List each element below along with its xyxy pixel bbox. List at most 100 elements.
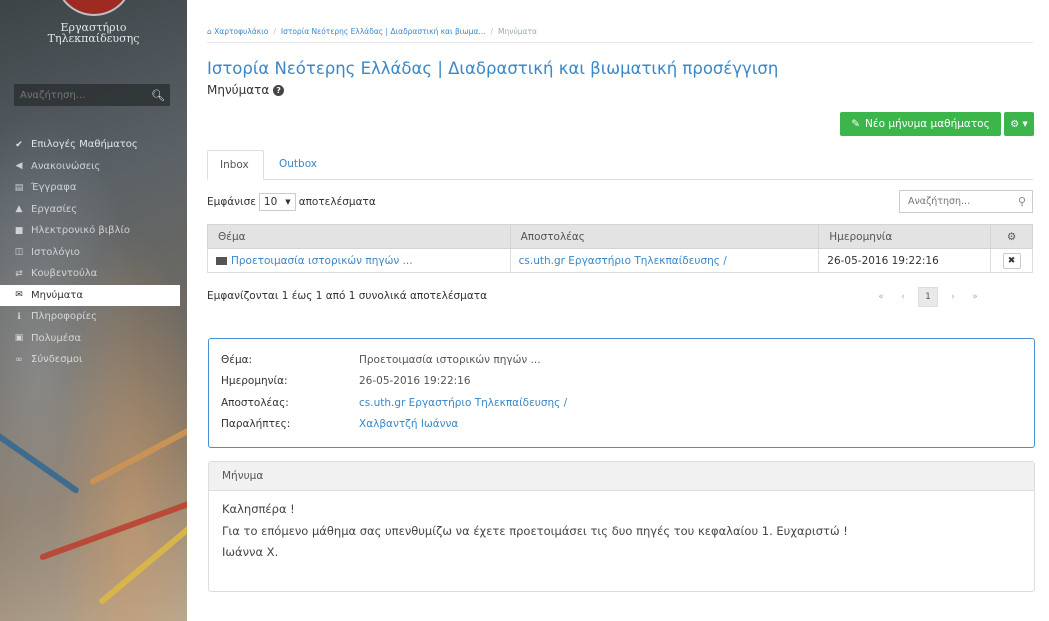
sidebar-item-links[interactable]: ∞ Σύνδεσμοι (0, 349, 187, 371)
envelope-icon (216, 256, 227, 265)
sidebar-item-course-options[interactable]: ✔ Επιλογές Μαθήματος (0, 134, 187, 156)
caret-down-icon: ▼ (1022, 120, 1028, 128)
detail-date-value: 26-05-2016 19:22:16 (359, 375, 471, 388)
page-next-button[interactable]: › (942, 292, 964, 302)
tab-inbox[interactable]: Inbox (207, 150, 264, 180)
decor-pencil (98, 523, 187, 606)
options-dropdown-button[interactable]: ⚙ ▼ (1004, 112, 1034, 136)
sidebar-item-info[interactable]: ℹ Πληροφορίες (0, 306, 187, 328)
table-search-input[interactable] (900, 196, 1012, 207)
detail-subject-row: Θέμα: Προετοιμασία ιστορικών πηγών ... (221, 349, 1022, 371)
folder-icon: ▤ (14, 182, 24, 193)
column-actions: ⚙ (990, 224, 1033, 249)
breadcrumb: ⌂ Χαρτοφυλάκιο / Ιστορία Νεότερης Ελλάδας … (207, 27, 537, 36)
breadcrumb-home[interactable]: ⌂ Χαρτοφυλάκιο (207, 27, 268, 36)
sidebar-item-announcements[interactable]: ◀ Ανακοινώσεις (0, 156, 187, 178)
book-icon: ■ (14, 225, 24, 236)
column-date[interactable]: Ημερομηνία (818, 224, 992, 249)
bullhorn-icon: ◀ (15, 161, 23, 172)
search-icon[interactable]: 🔍︎ (146, 84, 170, 106)
gears-icon: ⚙ (1006, 230, 1017, 243)
page-title: Μηνύματα ? (207, 83, 285, 97)
page-length-control: Εμφάνισε 10 ▼ αποτελέσματα (207, 193, 376, 211)
sidebar-item-messages[interactable]: ✉ Μηνύματα (0, 284, 180, 306)
edit-icon: ✎ (851, 118, 861, 130)
sidebar-item-assignments[interactable]: ▲ Εργασίες (0, 199, 187, 221)
search-icon: ⚲ (1017, 195, 1027, 208)
sidebar-item-blog[interactable]: ◫ Ιστολόγιο (0, 242, 187, 264)
cell-subject: Προετοιμασία ιστορικών πηγών ... (207, 248, 511, 273)
column-sender[interactable]: Αποστολέας (509, 224, 820, 249)
sidebar-menu: ✔ Επιλογές Μαθήματος ◀ Ανακοινώσεις ▤ Έγγρα… (0, 134, 187, 371)
message-line: Για το επόμενο μάθημα σας υπενθυμίζω να … (222, 523, 848, 538)
detail-date-row: Ημερομηνία: 26-05-2016 19:22:16 (221, 371, 1022, 393)
film-icon: ▣ (14, 333, 24, 344)
message-line: Ιωάννα Χ. (222, 545, 279, 559)
sidebar-item-label: Ανακοινώσεις (31, 160, 101, 172)
sidebar-item-ebook[interactable]: ■ Ηλεκτρονικό βιβλίο (0, 220, 187, 242)
sidebar-item-label: Μηνύματα (31, 289, 83, 301)
cell-sender: cs.uth.gr Εργαστήριο Τηλεκπαίδευσης / (509, 248, 820, 273)
cell-date: 26-05-2016 19:22:16 (818, 248, 992, 273)
message-body-panel: Μήνυμα Καλησπέρα ! Για το επόμενο μάθημα… (208, 461, 1035, 592)
course-title[interactable]: Ιστορία Νεότερης Ελλάδας | Διαδραστική κ… (207, 59, 778, 78)
page-prev-button[interactable]: ‹ (892, 292, 914, 302)
sidebar-item-label: Επιλογές Μαθήματος (31, 139, 138, 151)
home-icon: ⌂ (207, 27, 212, 36)
detail-sender-label: Αποστολέας: (221, 396, 289, 409)
breadcrumb-home-label: Χαρτοφυλάκιο (214, 27, 269, 36)
sidebar-item-label: Ιστολόγιο (31, 246, 80, 258)
column-subject[interactable]: Θέμα (207, 224, 511, 249)
page-first-button[interactable]: « (870, 292, 892, 302)
table-row: Προετοιμασία ιστορικών πηγών ... cs.uth.… (207, 248, 1033, 273)
info-icon: ℹ (17, 311, 21, 322)
sidebar-search: 🔍︎ (14, 84, 170, 106)
detail-sender-link[interactable]: cs.uth.gr Εργαστήριο Τηλεκπαίδευσης / (359, 397, 567, 409)
sidebar-item-label: Πολυμέσα (31, 332, 82, 344)
page-current-button[interactable]: 1 (918, 287, 938, 307)
page-length-select[interactable]: 10 ▼ (258, 193, 296, 211)
sidebar-item-label: Ηλεκτρονικό βιβλίο (31, 225, 130, 237)
pagination: « ‹ 1 › » (870, 287, 986, 307)
breadcrumb-separator: / (273, 27, 276, 36)
detail-subject-value: Προετοιμασία ιστορικών πηγών ... (359, 353, 541, 366)
new-message-label: Νέο μήνυμα μαθήματος (865, 118, 990, 130)
detail-sender-row: Αποστολέας: cs.uth.gr Εργαστήριο Τηλεκπαί… (221, 392, 1022, 414)
results-label: αποτελέσματα (298, 196, 376, 208)
help-icon[interactable]: ? (273, 85, 285, 96)
envelope-icon: ✉ (15, 290, 23, 301)
detail-recipients-row: Παραλήπτες: Χαλβαντζή Ιωάννα (221, 414, 1022, 436)
detail-recipients-label: Παραλήπτες: (221, 418, 291, 431)
sidebar-item-chat[interactable]: ⇄ Κουβεντούλα (0, 263, 187, 285)
sidebar-item-label: Κουβεντούλα (31, 268, 98, 280)
chevron-down-icon: ✔ (15, 139, 23, 150)
detail-subject-label: Θέμα: (221, 353, 253, 366)
sidebar-search-input[interactable] (14, 89, 146, 101)
sidebar-item-documents[interactable]: ▤ Έγγραφα (0, 177, 187, 199)
decor-pencil (88, 414, 187, 486)
table-info: Εμφανίζονται 1 έως 1 από 1 συνολικά αποτ… (207, 290, 488, 302)
table-header-row: Θέμα Αποστολέας Ημερομηνία ⚙ (207, 224, 1033, 249)
gears-icon: ⚙ (1010, 118, 1020, 130)
logo[interactable] (55, 0, 133, 16)
breadcrumb-course[interactable]: Ιστορία Νεότερης Ελλάδας | Διαδραστική κ… (281, 27, 486, 36)
message-line: Καλησπέρα ! (222, 502, 295, 516)
link-icon: ∞ (15, 354, 23, 365)
caret-down-icon: ▼ (285, 198, 291, 206)
table-search: ⚲ (899, 190, 1033, 213)
sender-link[interactable]: cs.uth.gr Εργαστήριο Τηλεκπαίδευσης / (519, 255, 727, 267)
sidebar-item-label: Έγγραφα (31, 182, 77, 194)
delete-button[interactable]: ✖ (1002, 252, 1021, 269)
sidebar-item-multimedia[interactable]: ▣ Πολυμέσα (0, 328, 187, 350)
divider (207, 42, 1033, 43)
tab-outbox[interactable]: Outbox (267, 150, 329, 180)
sidebar-item-label: Σύνδεσμοι (31, 354, 83, 366)
messages-table: Θέμα Αποστολέας Ημερομηνία ⚙ Προετοιμασί… (207, 224, 1033, 273)
page-length-value: 10 (263, 196, 278, 208)
new-message-button[interactable]: ✎ Νέο μήνυμα μαθήματος (840, 112, 1001, 136)
page-last-button[interactable]: » (964, 292, 986, 302)
columns-icon: ◫ (14, 247, 24, 258)
detail-recipient-link[interactable]: Χαλβαντζή Ιωάννα (359, 418, 458, 430)
sidebar-item-label: Πληροφορίες (31, 311, 97, 323)
message-subject-link[interactable]: Προετοιμασία ιστορικών πηγών ... (231, 255, 413, 267)
